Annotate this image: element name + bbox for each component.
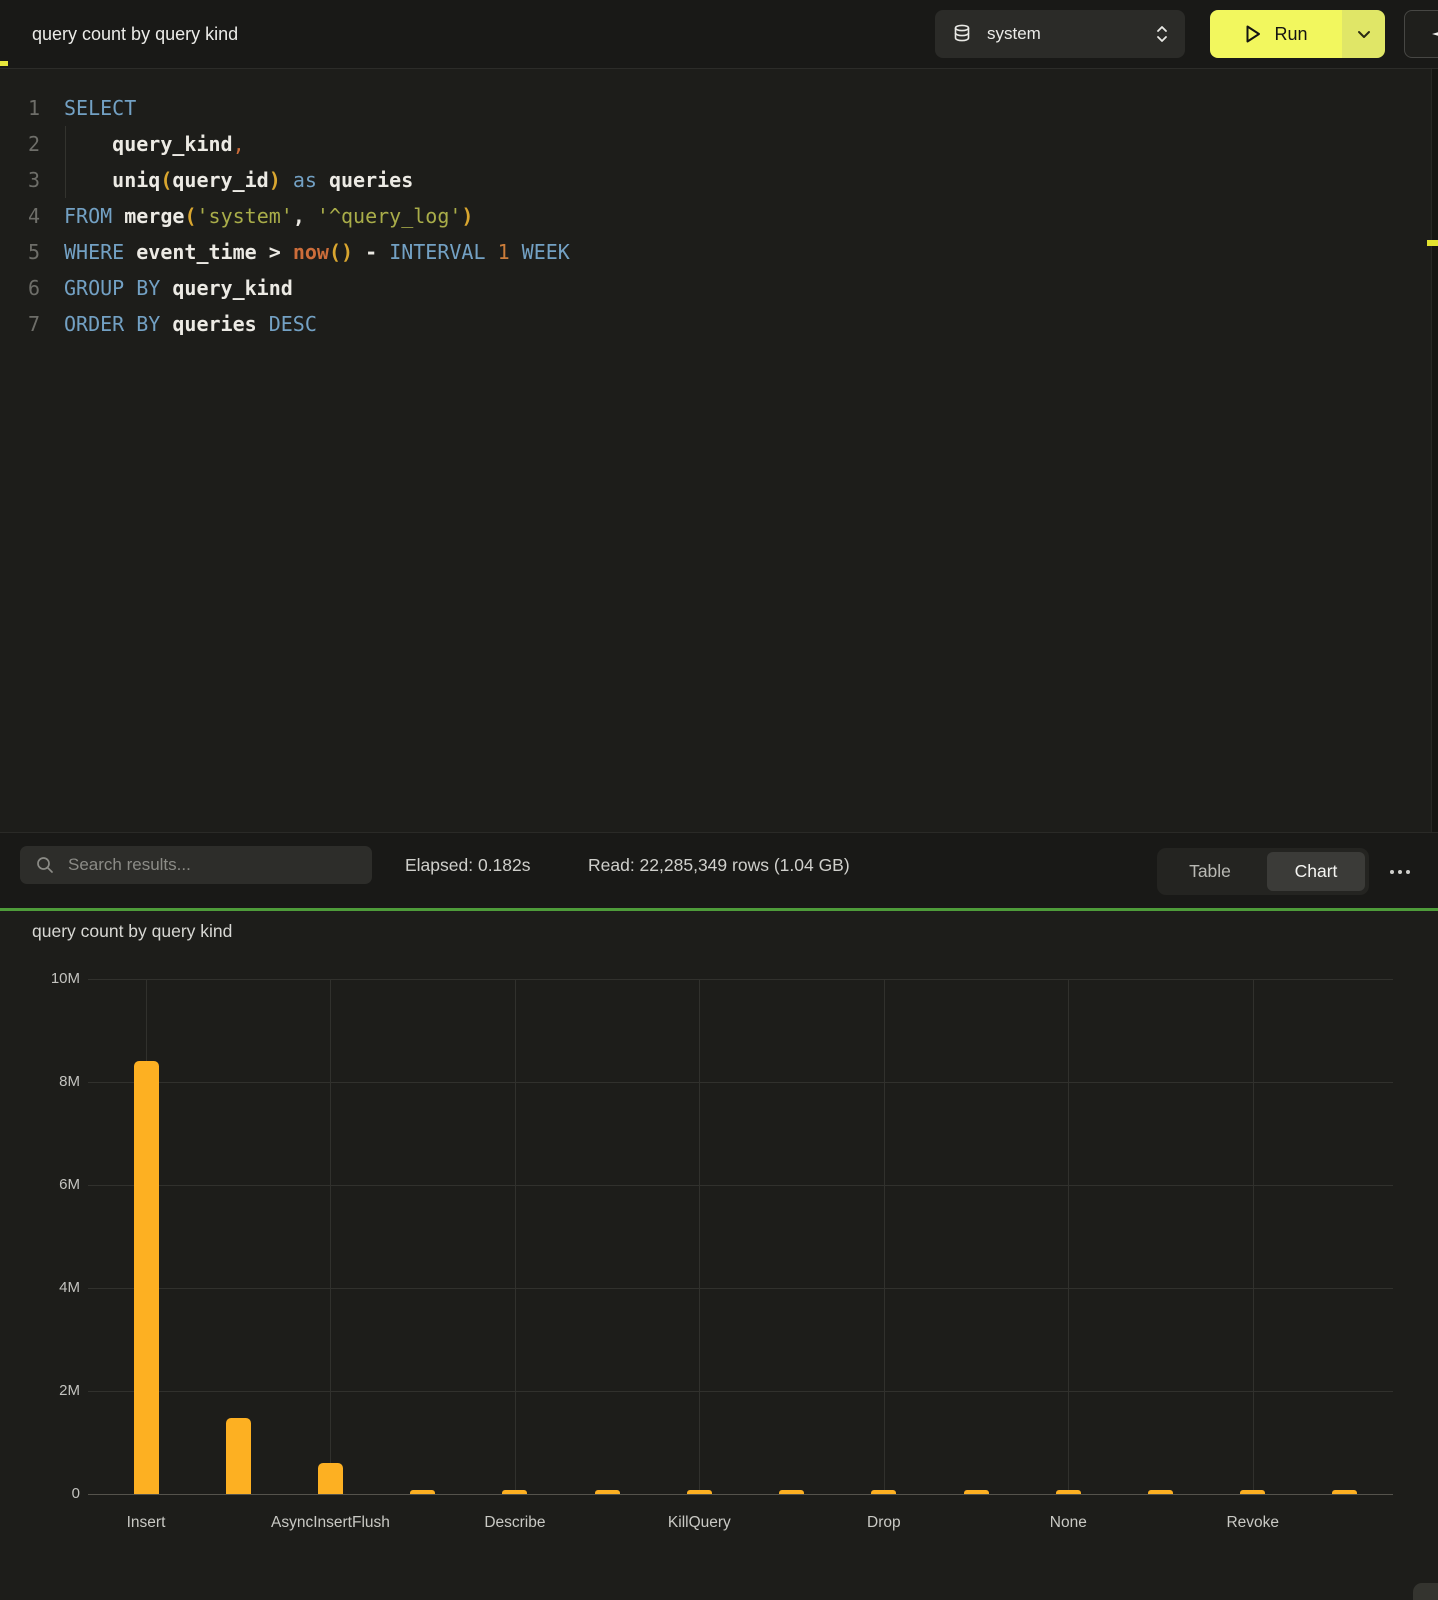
bar-unlabeled-4[interactable] [410, 1490, 435, 1494]
database-selector[interactable]: system [935, 10, 1185, 58]
bar-KillQuery[interactable] [687, 1490, 712, 1494]
search-icon [36, 856, 54, 874]
bar-Insert[interactable] [134, 1061, 159, 1494]
sql-console-window: query count by query kind system Run [0, 0, 1438, 1600]
line-number: 4 [0, 198, 40, 234]
assistant-button[interactable] [1404, 10, 1438, 58]
grid-line-vertical [330, 979, 331, 1494]
scroll-position-marker [1427, 240, 1438, 246]
x-axis-label: KillQuery [614, 1514, 784, 1532]
bar-unlabeled-14[interactable] [1332, 1490, 1357, 1494]
x-axis-label: Drop [799, 1514, 969, 1532]
chart-view-button[interactable]: Chart [1267, 852, 1365, 891]
table-view-button[interactable]: Table [1161, 852, 1259, 891]
chart-panel: query count by query kind 02M4M6M8M10MIn… [0, 911, 1438, 1600]
indent-guide [65, 162, 66, 198]
chevron-down-icon [1357, 30, 1371, 39]
search-results-box[interactable] [20, 846, 372, 884]
code-line-6[interactable]: 6GROUP BY query_kind [0, 270, 1428, 306]
code-line-3[interactable]: 3 uniq(query_id) as queries [0, 162, 1428, 198]
corner-widget[interactable] [1413, 1583, 1438, 1600]
line-number: 7 [0, 306, 40, 342]
line-number: 2 [0, 126, 40, 162]
run-options-button[interactable] [1342, 10, 1385, 58]
grid-line-vertical [699, 979, 700, 1494]
bar-chart: 0 2M 4M 6M 8M 10M Insert AsyncInsertFlush Descri… [0, 911, 1438, 1600]
bar-Revoke[interactable] [1240, 1490, 1265, 1494]
query-title: query count by query kind [32, 0, 238, 68]
grid-line-horizontal [88, 1082, 1393, 1083]
code-line-5[interactable]: 5WHERE event_time > now() - INTERVAL 1 W… [0, 234, 1428, 270]
x-axis-label: Revoke [1168, 1514, 1338, 1532]
sparkle-icon [1431, 24, 1438, 44]
results-toolbar: Elapsed: 0.182s Read: 22,285,349 rows (1… [0, 832, 1438, 909]
grid-line-vertical [1068, 979, 1069, 1494]
read-stat: Read: 22,285,349 rows (1.04 GB) [588, 833, 850, 897]
search-results-input[interactable] [66, 854, 360, 876]
bar-Drop[interactable] [871, 1490, 896, 1494]
code-line-2[interactable]: 2 query_kind, [0, 126, 1428, 162]
y-axis-label: 8M [20, 1073, 80, 1091]
y-axis-label: 4M [20, 1279, 80, 1297]
y-axis-label: 0 [20, 1485, 80, 1503]
grid-line-horizontal [88, 1391, 1393, 1392]
bar-unlabeled-8[interactable] [779, 1490, 804, 1494]
bar-unlabeled-12[interactable] [1148, 1490, 1173, 1494]
editor-scrollbar[interactable] [1431, 69, 1438, 832]
bar-Describe[interactable] [502, 1490, 527, 1494]
line-number: 1 [0, 90, 40, 126]
topbar: query count by query kind system Run [0, 0, 1438, 69]
line-number: 3 [0, 162, 40, 198]
elapsed-stat: Elapsed: 0.182s [405, 833, 531, 897]
sql-code[interactable]: 1SELECT2 query_kind,3 uniq(query_id) as … [0, 90, 1428, 342]
code-line-7[interactable]: 7ORDER BY queries DESC [0, 306, 1428, 342]
run-button-group: Run [1210, 10, 1385, 58]
database-selector-value: system [987, 24, 1155, 44]
play-icon [1244, 24, 1262, 44]
sql-editor[interactable]: 1SELECT2 query_kind,3 uniq(query_id) as … [0, 69, 1438, 832]
bar-unlabeled-2[interactable] [226, 1418, 251, 1494]
code-line-1[interactable]: 1SELECT [0, 90, 1428, 126]
x-axis-label: AsyncInsertFlush [245, 1514, 415, 1532]
y-axis-label: 6M [20, 1176, 80, 1194]
grid-line-vertical [515, 979, 516, 1494]
line-number: 5 [0, 234, 40, 270]
code-line-4[interactable]: 4FROM merge('system', '^query_log') [0, 198, 1428, 234]
x-axis-label: Insert [61, 1514, 231, 1532]
more-options-button[interactable] [1378, 848, 1422, 895]
y-axis-label: 10M [20, 970, 80, 988]
x-axis-label: None [983, 1514, 1153, 1532]
indent-guide [65, 126, 66, 162]
grid-line-vertical [884, 979, 885, 1494]
x-axis-label: Describe [430, 1514, 600, 1532]
active-tab-marker [0, 61, 8, 66]
bar-None[interactable] [1056, 1490, 1081, 1494]
line-number: 6 [0, 270, 40, 306]
grid-line-horizontal [88, 1185, 1393, 1186]
x-axis-line [88, 1494, 1393, 1495]
bar-unlabeled-10[interactable] [964, 1490, 989, 1494]
y-axis-label: 2M [20, 1382, 80, 1400]
grid-line-horizontal [88, 979, 1393, 980]
grid-line-vertical [1253, 979, 1254, 1494]
view-toggle: Table Chart [1157, 848, 1369, 895]
bar-AsyncInsertFlush[interactable] [318, 1463, 343, 1494]
run-button-label: Run [1274, 24, 1307, 45]
chevron-updown-icon [1155, 23, 1169, 45]
run-button[interactable]: Run [1210, 10, 1342, 58]
bar-unlabeled-6[interactable] [595, 1490, 620, 1494]
database-icon [953, 24, 971, 44]
more-options-icon [1390, 870, 1410, 874]
grid-line-horizontal [88, 1288, 1393, 1289]
